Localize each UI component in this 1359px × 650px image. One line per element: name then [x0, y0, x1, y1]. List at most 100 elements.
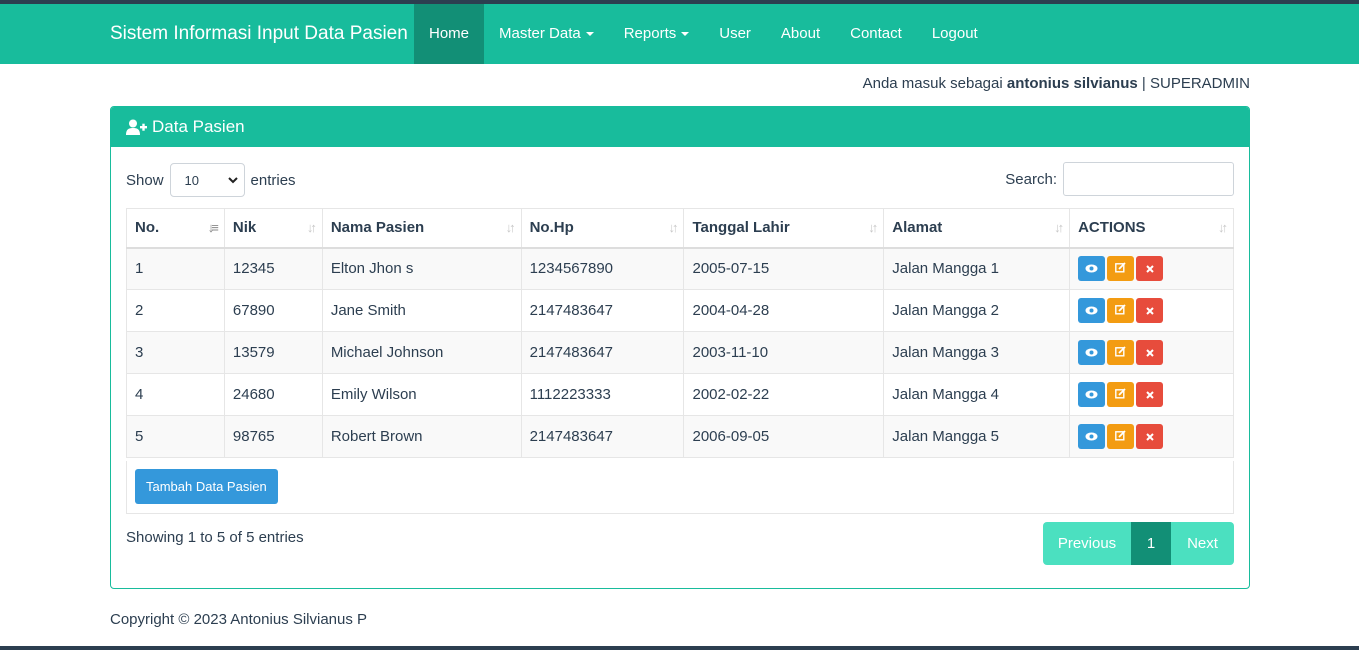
cell-alamat: Jalan Mangga 2 [883, 289, 1071, 332]
cell-actions [1069, 289, 1234, 332]
nav-item-logout[interactable]: Logout [917, 4, 993, 64]
column-header-nik[interactable]: Nik ↓↑ [223, 208, 323, 249]
edit-button[interactable] [1107, 382, 1135, 407]
cell-tanggal-lahir: 2002-02-22 [683, 373, 885, 416]
data-pasien-panel: Data Pasien Show 10 entries Search: No. ↓… [110, 106, 1250, 589]
edit-button[interactable] [1107, 340, 1135, 365]
entries-select[interactable]: 10 [169, 163, 245, 197]
edit-icon [1115, 428, 1126, 445]
pagination: Previous 1 Next [1043, 522, 1234, 565]
search-label: Search: [1005, 170, 1057, 188]
cell-alamat: Jalan Mangga 5 [883, 415, 1071, 458]
navbar: Sistem Informasi Input Data Pasien Home … [0, 4, 1359, 64]
nav-item-about[interactable]: About [766, 4, 835, 64]
nav-item-user[interactable]: User [704, 4, 766, 64]
column-header-label: Alamat [892, 219, 943, 237]
view-button[interactable] [1078, 424, 1106, 449]
sort-icon: ↓↑ [1054, 220, 1064, 235]
edit-button[interactable] [1107, 424, 1135, 449]
delete-button[interactable] [1136, 424, 1164, 449]
entries-select-value: 10 [184, 172, 199, 188]
column-header-tanggal-lahir[interactable]: Tanggal Lahir ↓↑ [683, 208, 885, 249]
user-name: antonius silvianus [1006, 75, 1138, 92]
nav-item-master-data-label: Master Data [499, 25, 581, 42]
add-patient-button[interactable]: Tambah Data Pasien [135, 469, 278, 504]
edit-button[interactable] [1107, 298, 1135, 323]
row-actions [1078, 340, 1225, 365]
nav-item-reports[interactable]: Reports [609, 4, 705, 64]
column-header-alamat[interactable]: Alamat ↓↑ [883, 208, 1071, 249]
delete-button[interactable] [1136, 340, 1164, 365]
column-header-label: Tanggal Lahir [692, 219, 790, 237]
cell-actions [1069, 331, 1234, 374]
view-button[interactable] [1078, 340, 1106, 365]
nav-menu: Home Master Data Reports User About Cont… [414, 4, 993, 64]
row-actions [1078, 424, 1225, 449]
cell-tanggal-lahir: 2006-09-05 [683, 415, 885, 458]
sort-icon: ↓↑ [306, 220, 317, 235]
pagination-next-button[interactable]: Next [1171, 522, 1234, 565]
bottom-border [0, 646, 1359, 650]
caret-down-icon [585, 32, 594, 37]
view-button[interactable] [1078, 256, 1106, 282]
edit-icon [1115, 386, 1126, 403]
cell-nik: 13579 [223, 331, 323, 374]
row-actions [1078, 298, 1225, 323]
edit-icon [1115, 302, 1126, 319]
table-header-row: No. ↓≡ Nik ↓↑ Nama Pasien ↓↑ No.Hp ↓↑ Tangga… [126, 208, 1234, 249]
user-role: SUPERADMIN [1149, 75, 1250, 92]
table-row: 2 67890 Jane Smith 2147483647 2004-04-28 Jala… [126, 289, 1234, 332]
cell-nik: 67890 [223, 289, 323, 332]
nav-item-home[interactable]: Home [414, 4, 485, 64]
user-info-separator: | [1141, 75, 1146, 92]
search-control: Search: [1005, 162, 1234, 196]
view-button[interactable] [1078, 298, 1106, 323]
eye-icon [1085, 260, 1098, 277]
table-row: 3 13579 Michael Johnson 2147483647 2003-11-1… [126, 331, 1234, 374]
delete-button[interactable] [1136, 298, 1164, 323]
entries-length-control: Show 10 entries [126, 163, 296, 197]
user-info: Anda masuk sebagai antonius silvianus | … [863, 75, 1250, 92]
user-info-prefix: Anda masuk sebagai [862, 75, 1003, 92]
sort-asc-icon: ↓≡ [207, 220, 219, 235]
nav-item-contact[interactable]: Contact [835, 4, 917, 64]
row-actions [1078, 256, 1225, 282]
column-header-label: No. [135, 219, 160, 237]
cell-nama-pasien: Emily Wilson [321, 373, 522, 416]
sort-icon: ↓↑ [1218, 220, 1228, 235]
delete-button[interactable] [1136, 256, 1164, 282]
table-body: 1 12345 Elton Jhon s 1234567890 2005-07-15 Ja… [126, 247, 1234, 458]
column-header-no-hp[interactable]: No.Hp ↓↑ [520, 208, 685, 249]
eye-icon [1085, 302, 1098, 319]
column-header-label: Nik [232, 219, 257, 237]
cell-actions [1069, 373, 1234, 416]
panel-heading: Data Pasien [111, 107, 1249, 147]
brand-title[interactable]: Sistem Informasi Input Data Pasien [110, 4, 408, 64]
eye-icon [1085, 386, 1098, 403]
cell-alamat: Jalan Mangga 1 [883, 247, 1071, 290]
table-footer-row: Tambah Data Pasien [126, 461, 1234, 514]
cell-tanggal-lahir: 2004-04-28 [683, 289, 885, 332]
cell-nik: 12345 [223, 247, 323, 290]
cell-no: 1 [126, 247, 225, 290]
cell-nama-pasien: Elton Jhon s [321, 247, 522, 290]
cell-nama-pasien: Jane Smith [321, 289, 522, 332]
nav-item-reports-label: Reports [623, 25, 677, 42]
cell-tanggal-lahir: 2003-11-10 [683, 331, 885, 374]
edit-button[interactable] [1107, 256, 1135, 282]
user-plus-icon [126, 119, 147, 135]
pagination-page-button[interactable]: 1 [1131, 522, 1171, 565]
pagination-previous-button[interactable]: Previous [1043, 522, 1131, 565]
delete-button[interactable] [1136, 382, 1164, 407]
nav-item-master-data[interactable]: Master Data [484, 4, 609, 64]
column-header-label: Nama Pasien [330, 219, 425, 237]
cell-no: 3 [126, 331, 225, 374]
search-input[interactable] [1063, 162, 1234, 196]
column-header-actions[interactable]: ACTIONS ↓↑ [1069, 208, 1234, 249]
column-header-nama-pasien[interactable]: Nama Pasien ↓↑ [321, 208, 522, 249]
column-header-no[interactable]: No. ↓≡ [126, 208, 225, 249]
edit-icon [1115, 260, 1126, 277]
cell-nama-pasien: Robert Brown [321, 415, 522, 458]
view-button[interactable] [1078, 382, 1106, 407]
table-row: 4 24680 Emily Wilson 1112223333 2002-02-22 Ja… [126, 373, 1234, 416]
